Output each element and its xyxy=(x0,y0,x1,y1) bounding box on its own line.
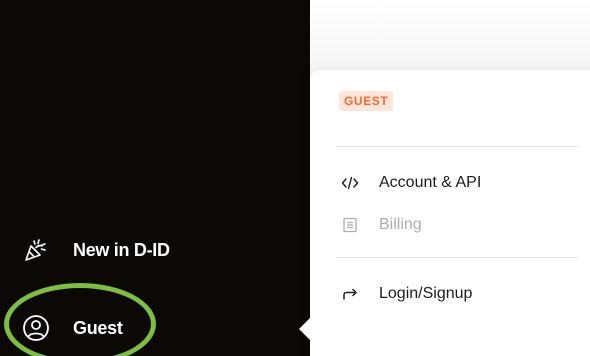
app-root: New in D-ID Guest GUEST Account & API Bi… xyxy=(0,0,590,356)
divider xyxy=(336,146,579,147)
menu-item-label: Account & API xyxy=(379,174,482,191)
popover-arrow xyxy=(299,318,310,340)
menu-item-account-api[interactable]: Account & API xyxy=(340,171,481,195)
account-popover-menu: GUEST Account & API Billing Login/Signup xyxy=(310,70,590,356)
menu-item-billing[interactable]: Billing xyxy=(340,213,422,237)
receipt-icon xyxy=(340,215,360,235)
login-arrow-icon xyxy=(340,284,360,304)
menu-item-login-signup[interactable]: Login/Signup xyxy=(340,282,472,306)
divider xyxy=(336,257,579,258)
party-popper-icon xyxy=(22,236,50,264)
sidebar-item-new-in-did[interactable]: New in D-ID xyxy=(22,233,170,267)
code-icon xyxy=(340,173,360,193)
guest-highlight-ring xyxy=(4,283,156,356)
guest-badge: GUEST xyxy=(339,91,394,111)
menu-item-label: Login/Signup xyxy=(379,285,473,302)
sidebar-item-label: New in D-ID xyxy=(73,239,170,260)
menu-item-label: Billing xyxy=(379,216,422,233)
